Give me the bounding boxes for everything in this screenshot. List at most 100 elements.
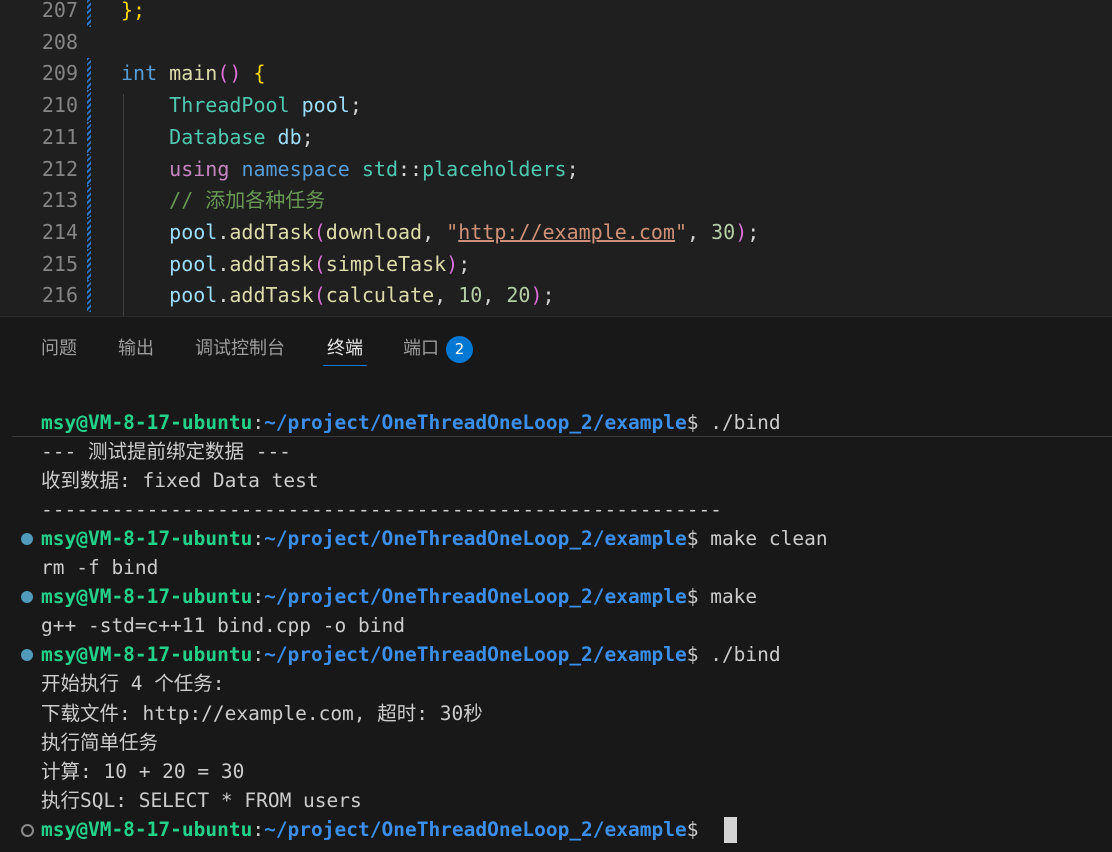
- prompt-text: msy@VM-8-17-ubuntu:~/project/OneThreadOn…: [41, 815, 710, 844]
- prompt-user: msy@VM-8-17-ubuntu: [41, 411, 253, 434]
- code-token: 20: [506, 283, 531, 308]
- output-text: 下载文件: http://example.com, 超时: 30秒: [41, 701, 483, 725]
- terminal-output-line: 下载文件: http://example.com, 超时: 30秒: [0, 699, 1112, 728]
- code-line[interactable]: 215 pool.addTask(simpleTask);: [0, 248, 1112, 281]
- code-line[interactable]: 209 int main() {: [0, 58, 1112, 91]
- code-token: pool: [169, 251, 218, 276]
- git-modified-indicator: [87, 185, 91, 217]
- line-number: 213: [41, 188, 78, 213]
- code-editor[interactable]: 207}; 208 209 int main() {210 ThreadPool po…: [0, 0, 1112, 316]
- code-token: ThreadPool: [169, 93, 290, 118]
- code-line[interactable]: 208: [0, 27, 1112, 59]
- prompt-colon: :: [252, 527, 265, 551]
- tab-terminal[interactable]: 终端: [323, 337, 367, 367]
- line-number: 215: [41, 251, 78, 276]
- prompt-command: $ ./bind: [686, 411, 781, 434]
- code-token: namespace: [241, 156, 350, 181]
- code-token: ": [446, 219, 459, 244]
- prompt-path: ~/project/OneThreadOneLoop_2/example: [264, 585, 687, 609]
- code-token: ;: [301, 124, 314, 149]
- code-token: addTask: [229, 251, 314, 276]
- command-status-icon[interactable]: [21, 649, 33, 662]
- code-text: ThreadPool pool;: [121, 90, 362, 122]
- code-line[interactable]: 213 // 添加各种任务: [0, 185, 1112, 217]
- git-modified-indicator: [87, 90, 91, 122]
- tab-debug-console[interactable]: 调试控制台: [195, 337, 285, 367]
- code-text: pool.addTask(simpleTask);: [121, 249, 470, 281]
- code-token: ,: [482, 283, 507, 308]
- terminal-prompt-line: msy@VM-8-17-ubuntu:~/project/OneThreadOn…: [0, 815, 1112, 844]
- prompt-colon: :: [252, 643, 265, 667]
- code-line[interactable]: 214 pool.addTask(download, "http://examp…: [0, 216, 1112, 249]
- line-number: 216: [41, 283, 78, 308]
- prompt-user: msy@VM-8-17-ubuntu: [41, 817, 253, 841]
- ports-count-badge: 2: [446, 336, 473, 363]
- line-number: 211: [41, 124, 78, 149]
- command-status-icon[interactable]: [21, 533, 33, 546]
- code-text: Database db;: [121, 122, 314, 154]
- line-number: 208: [41, 29, 78, 54]
- output-text: 执行简单任务: [41, 730, 159, 754]
- command-status-icon[interactable]: [21, 591, 33, 604]
- prompt-text: msy@VM-8-17-ubuntu:~/project/OneThreadOn…: [41, 524, 828, 553]
- code-token: 10: [458, 283, 483, 308]
- command-status-icon[interactable]: [21, 823, 34, 837]
- code-line[interactable]: 207};: [0, 0, 1112, 27]
- tab-ports[interactable]: 端口: [403, 337, 439, 367]
- code-token: placeholders: [422, 156, 567, 181]
- terminal-output-line: 开始执行 4 个任务:: [0, 669, 1112, 698]
- prompt-path: ~/project/OneThreadOneLoop_2/example: [264, 411, 687, 434]
- prompt-text: msy@VM-8-17-ubuntu:~/project/OneThreadOn…: [41, 640, 781, 669]
- tab-problems[interactable]: 问题: [41, 337, 77, 367]
- code-token: ;: [349, 93, 362, 118]
- code-token: addTask: [229, 219, 314, 244]
- code-token: .: [217, 283, 230, 308]
- code-token: pool: [301, 93, 350, 118]
- git-modified-indicator: [87, 216, 91, 249]
- git-modified-indicator: [87, 280, 91, 312]
- git-modified-indicator: [87, 153, 91, 186]
- terminal-cursor: [724, 816, 737, 843]
- code-line[interactable]: 211 Database db;: [0, 121, 1112, 154]
- line-number: 207: [41, 0, 78, 22]
- prompt-command: $ make clean: [686, 527, 828, 551]
- code-token: (: [313, 251, 326, 276]
- panel-tabs: 问题 输出 调试控制台 终端 端口 2: [0, 317, 1112, 381]
- terminal-output-line: 执行SQL: SELECT * FROM users: [0, 786, 1112, 815]
- vscode-window: 207}; 208 209 int main() {210 ThreadPool po…: [0, 0, 1112, 852]
- code-token: int: [121, 61, 158, 86]
- code-line[interactable]: 210 ThreadPool pool;: [0, 90, 1112, 122]
- code-token: pool: [169, 219, 218, 244]
- code-line[interactable]: 216 pool.addTask(calculate, 10, 20);: [0, 280, 1112, 312]
- code-token: ,: [434, 283, 459, 308]
- code-token: {: [253, 61, 266, 86]
- terminal-prompt-line: msy@VM-8-17-ubuntu:~/project/OneThreadOn…: [0, 408, 1112, 437]
- code-token: 30: [711, 219, 736, 244]
- prompt-command: $ make: [686, 585, 758, 609]
- prompt-path: ~/project/OneThreadOneLoop_2/example: [264, 527, 687, 551]
- code-token: (: [313, 283, 326, 308]
- tab-output[interactable]: 输出: [118, 337, 154, 367]
- output-text: rm -f bind: [41, 556, 159, 580]
- code-text: pool.addTask(calculate, 10, 20);: [121, 280, 554, 312]
- code-text: int main() {: [121, 58, 266, 90]
- code-token: // 添加各种任务: [169, 188, 326, 213]
- prompt-text: msy@VM-8-17-ubuntu:~/project/OneThreadOn…: [41, 408, 781, 437]
- terminal-output-line: 计算: 10 + 20 = 30: [0, 757, 1112, 786]
- code-line[interactable]: 212 using namespace std::placeholders;: [0, 153, 1112, 186]
- code-token: (): [217, 61, 242, 86]
- code-token: simpleTask: [325, 251, 447, 276]
- code-token: using: [169, 156, 230, 181]
- output-text: 执行SQL: SELECT * FROM users: [41, 788, 362, 812]
- prompt-colon: :: [252, 411, 265, 434]
- git-modified-indicator: [87, 0, 91, 27]
